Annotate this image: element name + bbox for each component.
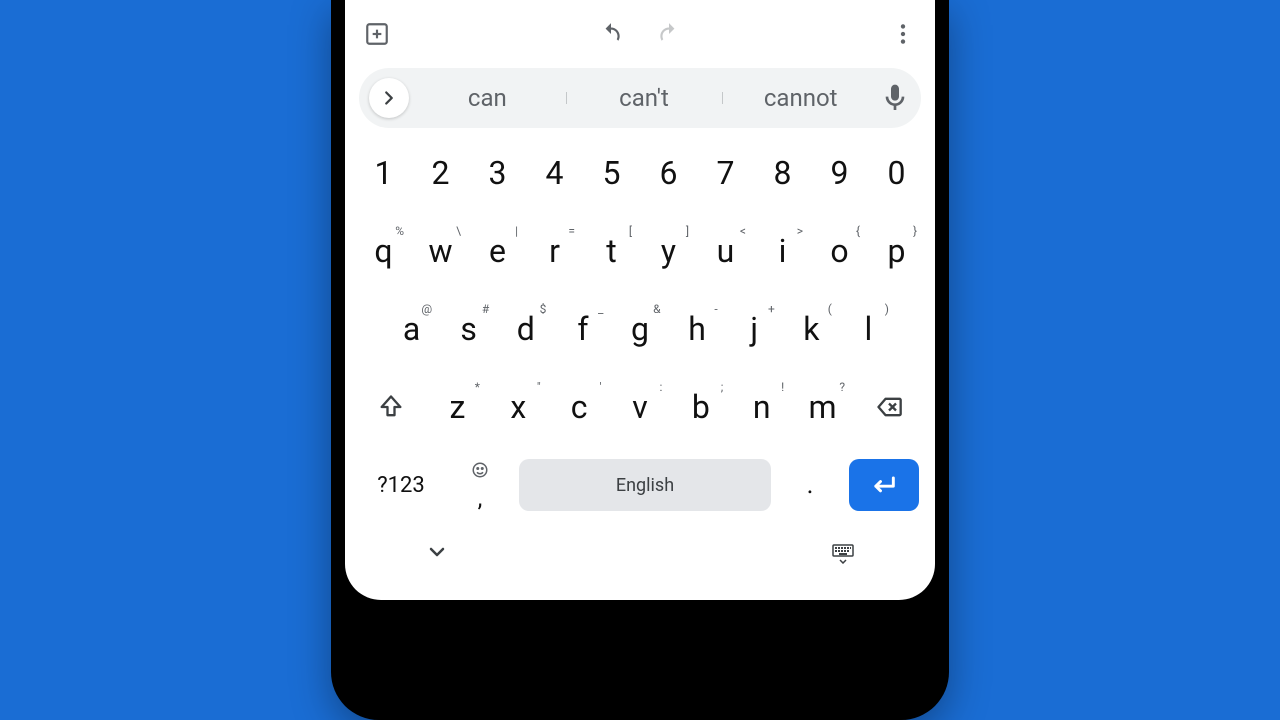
key-alt-label: @ bbox=[421, 302, 432, 316]
nav-bar bbox=[355, 534, 925, 594]
key-i[interactable]: i> bbox=[754, 220, 811, 282]
backspace-key[interactable] bbox=[853, 376, 925, 438]
mic-icon[interactable] bbox=[879, 82, 911, 114]
comma-label: , bbox=[478, 486, 483, 510]
key-alt-label: \ bbox=[456, 224, 461, 238]
key-alt-label: ' bbox=[599, 380, 601, 394]
key-z[interactable]: z* bbox=[427, 376, 488, 438]
key-n[interactable]: n! bbox=[731, 376, 792, 438]
key-r[interactable]: r= bbox=[526, 220, 583, 282]
key-k[interactable]: k( bbox=[783, 298, 840, 360]
key-6[interactable]: 6 bbox=[640, 142, 697, 204]
bottom-row: ?123 , English . bbox=[355, 454, 925, 516]
key-x[interactable]: x" bbox=[488, 376, 549, 438]
key-alt-label: * bbox=[475, 380, 480, 394]
letter-row-1: q%w\e|r=t[y]u<i>o{p} bbox=[355, 220, 925, 282]
key-l[interactable]: l) bbox=[840, 298, 897, 360]
keyboard-switch-icon[interactable] bbox=[831, 540, 855, 568]
suggestion-3[interactable]: cannot bbox=[722, 84, 879, 112]
key-alt-label: + bbox=[768, 302, 775, 316]
key-a[interactable]: a@ bbox=[383, 298, 440, 360]
key-alt-label: % bbox=[395, 224, 404, 238]
key-u[interactable]: u< bbox=[697, 220, 754, 282]
key-v[interactable]: v: bbox=[610, 376, 671, 438]
key-alt-label: } bbox=[913, 224, 917, 238]
key-7[interactable]: 7 bbox=[697, 142, 754, 204]
key-o[interactable]: o{ bbox=[811, 220, 868, 282]
key-alt-label: { bbox=[856, 224, 860, 238]
key-2[interactable]: 2 bbox=[412, 142, 469, 204]
letter-row-3: z*x"c'v:b;n!m? bbox=[355, 376, 925, 438]
keyboard-toolbar bbox=[345, 0, 935, 68]
collapse-keyboard-icon[interactable] bbox=[425, 540, 449, 568]
key-alt-label: " bbox=[537, 380, 541, 394]
number-row: 1234567890 bbox=[355, 142, 925, 204]
key-0[interactable]: 0 bbox=[868, 142, 925, 204]
key-p[interactable]: p} bbox=[868, 220, 925, 282]
key-s[interactable]: s# bbox=[440, 298, 497, 360]
key-alt-label: ? bbox=[839, 380, 845, 394]
key-alt-label: < bbox=[740, 224, 746, 238]
suggestion-1[interactable]: can bbox=[409, 84, 566, 112]
more-icon[interactable] bbox=[889, 20, 917, 48]
emoji-icon bbox=[471, 461, 489, 484]
symbols-key[interactable]: ?123 bbox=[361, 454, 441, 516]
phone-frame: can can't cannot 1234567890 q%w\e|r=t[y]… bbox=[331, 0, 949, 720]
key-alt-label: # bbox=[482, 302, 489, 316]
letter-row-2: a@s#d$f_g&h-j+k(l) bbox=[355, 298, 925, 360]
key-3[interactable]: 3 bbox=[469, 142, 526, 204]
period-key[interactable]: . bbox=[781, 454, 839, 516]
spacebar[interactable]: English bbox=[519, 459, 771, 511]
key-1[interactable]: 1 bbox=[355, 142, 412, 204]
key-alt-label: ( bbox=[828, 302, 832, 316]
key-5[interactable]: 5 bbox=[583, 142, 640, 204]
key-d[interactable]: d$ bbox=[497, 298, 554, 360]
screen: can can't cannot 1234567890 q%w\e|r=t[y]… bbox=[345, 0, 935, 600]
key-e[interactable]: e| bbox=[469, 220, 526, 282]
key-y[interactable]: y] bbox=[640, 220, 697, 282]
key-alt-label: : bbox=[660, 380, 663, 394]
suggestion-2[interactable]: can't bbox=[566, 84, 723, 112]
add-icon[interactable] bbox=[363, 20, 391, 48]
key-alt-label: - bbox=[714, 302, 717, 316]
enter-key[interactable] bbox=[849, 459, 919, 511]
key-b[interactable]: b; bbox=[670, 376, 731, 438]
key-alt-label: > bbox=[797, 224, 803, 238]
key-alt-label: $ bbox=[540, 302, 547, 316]
key-w[interactable]: w\ bbox=[412, 220, 469, 282]
expand-suggestions-button[interactable] bbox=[369, 78, 409, 118]
key-alt-label: ! bbox=[781, 380, 784, 394]
key-alt-label: ) bbox=[885, 302, 889, 316]
key-m[interactable]: m? bbox=[792, 376, 853, 438]
key-f[interactable]: f_ bbox=[554, 298, 611, 360]
key-9[interactable]: 9 bbox=[811, 142, 868, 204]
key-alt-label: [ bbox=[629, 224, 632, 238]
key-8[interactable]: 8 bbox=[754, 142, 811, 204]
key-alt-label: ] bbox=[686, 224, 689, 238]
key-alt-label: | bbox=[515, 224, 518, 238]
key-j[interactable]: j+ bbox=[726, 298, 783, 360]
key-g[interactable]: g& bbox=[611, 298, 668, 360]
key-alt-label: = bbox=[568, 224, 575, 238]
keyboard: 1234567890 q%w\e|r=t[y]u<i>o{p} a@s#d$f_… bbox=[345, 128, 935, 600]
key-t[interactable]: t[ bbox=[583, 220, 640, 282]
key-alt-label: & bbox=[653, 302, 660, 316]
key-alt-label: _ bbox=[598, 302, 603, 316]
key-4[interactable]: 4 bbox=[526, 142, 583, 204]
key-q[interactable]: q% bbox=[355, 220, 412, 282]
redo-icon bbox=[655, 20, 683, 48]
key-h[interactable]: h- bbox=[669, 298, 726, 360]
key-c[interactable]: c' bbox=[549, 376, 610, 438]
key-alt-label: ; bbox=[721, 380, 724, 394]
suggestion-bar: can can't cannot bbox=[359, 68, 921, 128]
shift-key[interactable] bbox=[355, 376, 427, 438]
undo-icon[interactable] bbox=[597, 20, 625, 48]
emoji-comma-key[interactable]: , bbox=[451, 454, 509, 516]
